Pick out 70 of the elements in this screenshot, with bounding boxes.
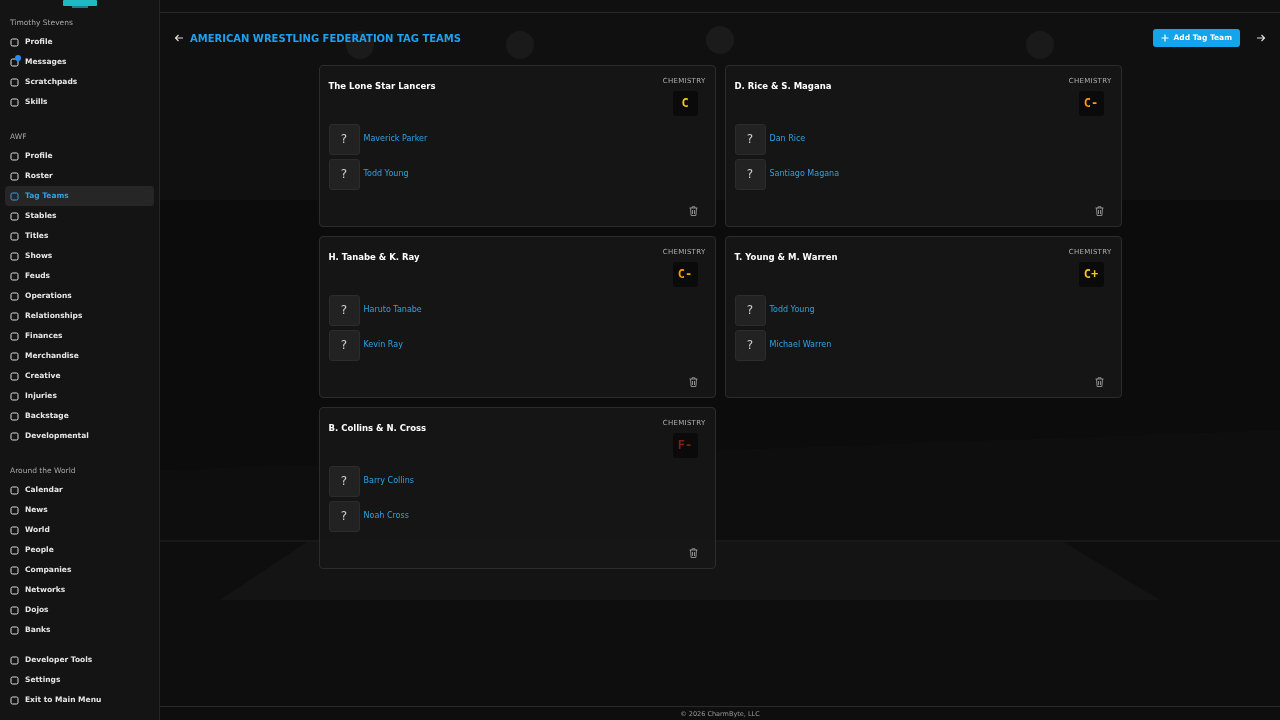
trash-icon[interactable]	[688, 206, 698, 216]
square-icon	[10, 391, 19, 401]
wrestler-link[interactable]: Dan Rice	[769, 133, 806, 145]
square-icon	[10, 57, 19, 67]
avatar-tile: ?	[328, 123, 360, 155]
square-icon	[10, 211, 19, 221]
wrestler-link[interactable]: Todd Young	[363, 168, 409, 180]
avatar-tile: ?	[328, 465, 360, 497]
square-icon	[10, 191, 19, 201]
trash-icon[interactable]	[688, 548, 698, 558]
square-icon	[10, 485, 19, 495]
square-icon	[10, 331, 19, 341]
square-icon	[10, 231, 19, 241]
trash-icon[interactable]	[1094, 206, 1104, 216]
chemistry-grade: F-	[672, 432, 698, 458]
square-icon	[10, 431, 19, 441]
square-icon	[10, 151, 19, 161]
wrestler-link[interactable]: Santiago Magana	[769, 168, 840, 180]
team-name: The Lone Star Lancers	[328, 80, 436, 93]
team-name: B. Collins & N. Cross	[328, 422, 427, 435]
square-icon	[10, 251, 19, 261]
square-icon	[10, 271, 19, 281]
avatar-tile: ?	[734, 158, 766, 190]
chemistry-grade: C-	[672, 261, 698, 287]
avatar-tile: ?	[734, 329, 766, 361]
avatar-tile: ?	[734, 294, 766, 326]
square-icon	[10, 371, 19, 381]
logo-icon	[62, 0, 97, 8]
chemistry-grade: C	[672, 90, 698, 116]
square-icon	[10, 77, 19, 87]
square-icon	[10, 505, 19, 515]
wrestler-link[interactable]: Noah Cross	[363, 510, 409, 522]
back-arrow-icon[interactable]	[174, 33, 184, 43]
square-icon	[10, 291, 19, 301]
square-icon	[10, 171, 19, 181]
page-title: AMERICAN WRESTLING FEDERATION TAG TEAMS	[190, 31, 461, 46]
avatar-tile: ?	[734, 123, 766, 155]
square-icon	[10, 675, 19, 685]
square-icon	[10, 565, 19, 575]
trash-icon[interactable]	[1094, 377, 1104, 387]
square-icon	[10, 695, 19, 705]
plus-icon	[1160, 34, 1169, 42]
avatar-tile: ?	[328, 158, 360, 190]
square-icon	[10, 97, 19, 107]
avatar-tile: ?	[328, 329, 360, 361]
wrestler-link[interactable]: Michael Warren	[769, 339, 832, 351]
team-name: H. Tanabe & K. Ray	[328, 251, 420, 264]
wrestler-link[interactable]: Barry Collins	[363, 475, 414, 487]
team-name: T. Young & M. Warren	[734, 251, 838, 264]
wrestler-link[interactable]: Kevin Ray	[363, 339, 403, 351]
avatar-tile: ?	[328, 500, 360, 532]
square-icon	[10, 605, 19, 615]
square-icon	[10, 655, 19, 665]
square-icon	[10, 625, 19, 635]
chemistry-grade: C-	[1078, 90, 1104, 116]
avatar-tile: ?	[328, 294, 360, 326]
trash-icon[interactable]	[688, 377, 698, 387]
square-icon	[10, 411, 19, 421]
forward-arrow-icon[interactable]	[1256, 33, 1266, 43]
team-name: D. Rice & S. Magana	[734, 80, 832, 93]
square-icon	[10, 545, 19, 555]
square-icon	[10, 351, 19, 361]
wrestler-link[interactable]: Todd Young	[769, 304, 815, 316]
chemistry-grade: C+	[1078, 261, 1104, 287]
square-icon	[10, 311, 19, 321]
wrestler-link[interactable]: Haruto Tanabe	[363, 304, 422, 316]
wrestler-link[interactable]: Maverick Parker	[363, 133, 428, 145]
square-icon	[10, 525, 19, 535]
square-icon	[10, 37, 19, 47]
square-icon	[10, 585, 19, 595]
